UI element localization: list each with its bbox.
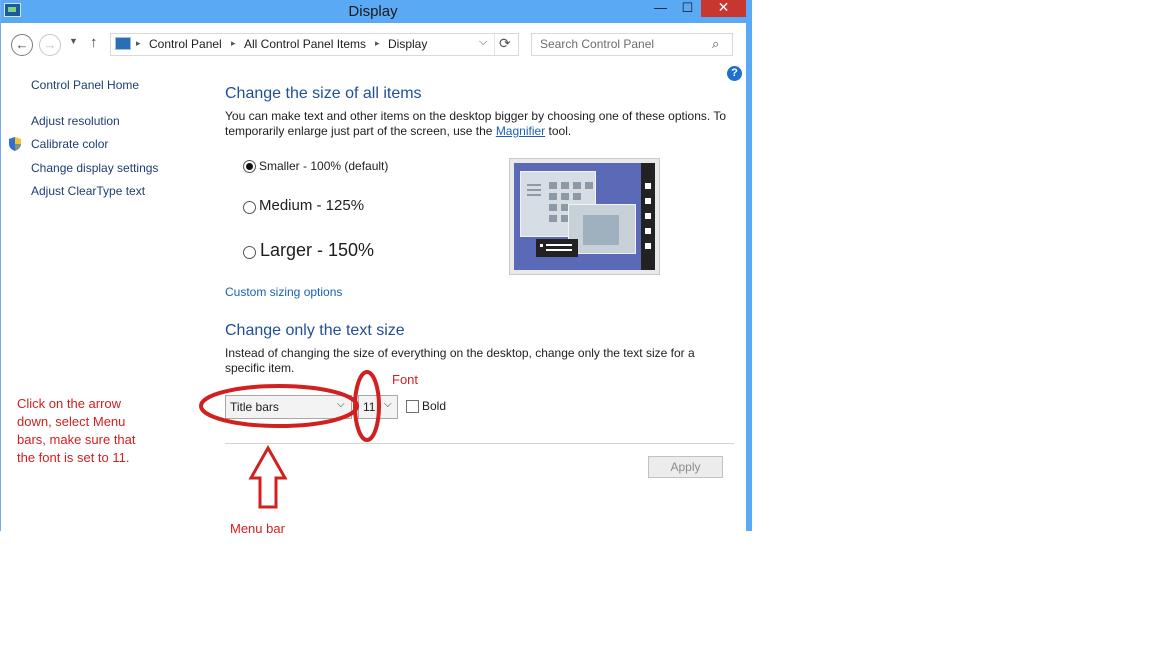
instruction-line: bars, make sure that <box>17 432 136 447</box>
annotation-up-arrow-icon <box>248 444 288 509</box>
instruction-line: the font is set to 11. <box>17 450 130 465</box>
annotation-instructions: Click on the arrow down, select Menu bar… <box>17 395 136 467</box>
annotation-circle-item-select <box>199 384 359 428</box>
annotation-menu-bar-label: Menu bar <box>230 521 285 536</box>
instruction-line: down, select Menu <box>17 414 126 429</box>
annotation-font-label: Font <box>392 372 419 387</box>
instruction-line: Click on the arrow <box>17 396 122 411</box>
annotation-overlay <box>199 370 381 509</box>
